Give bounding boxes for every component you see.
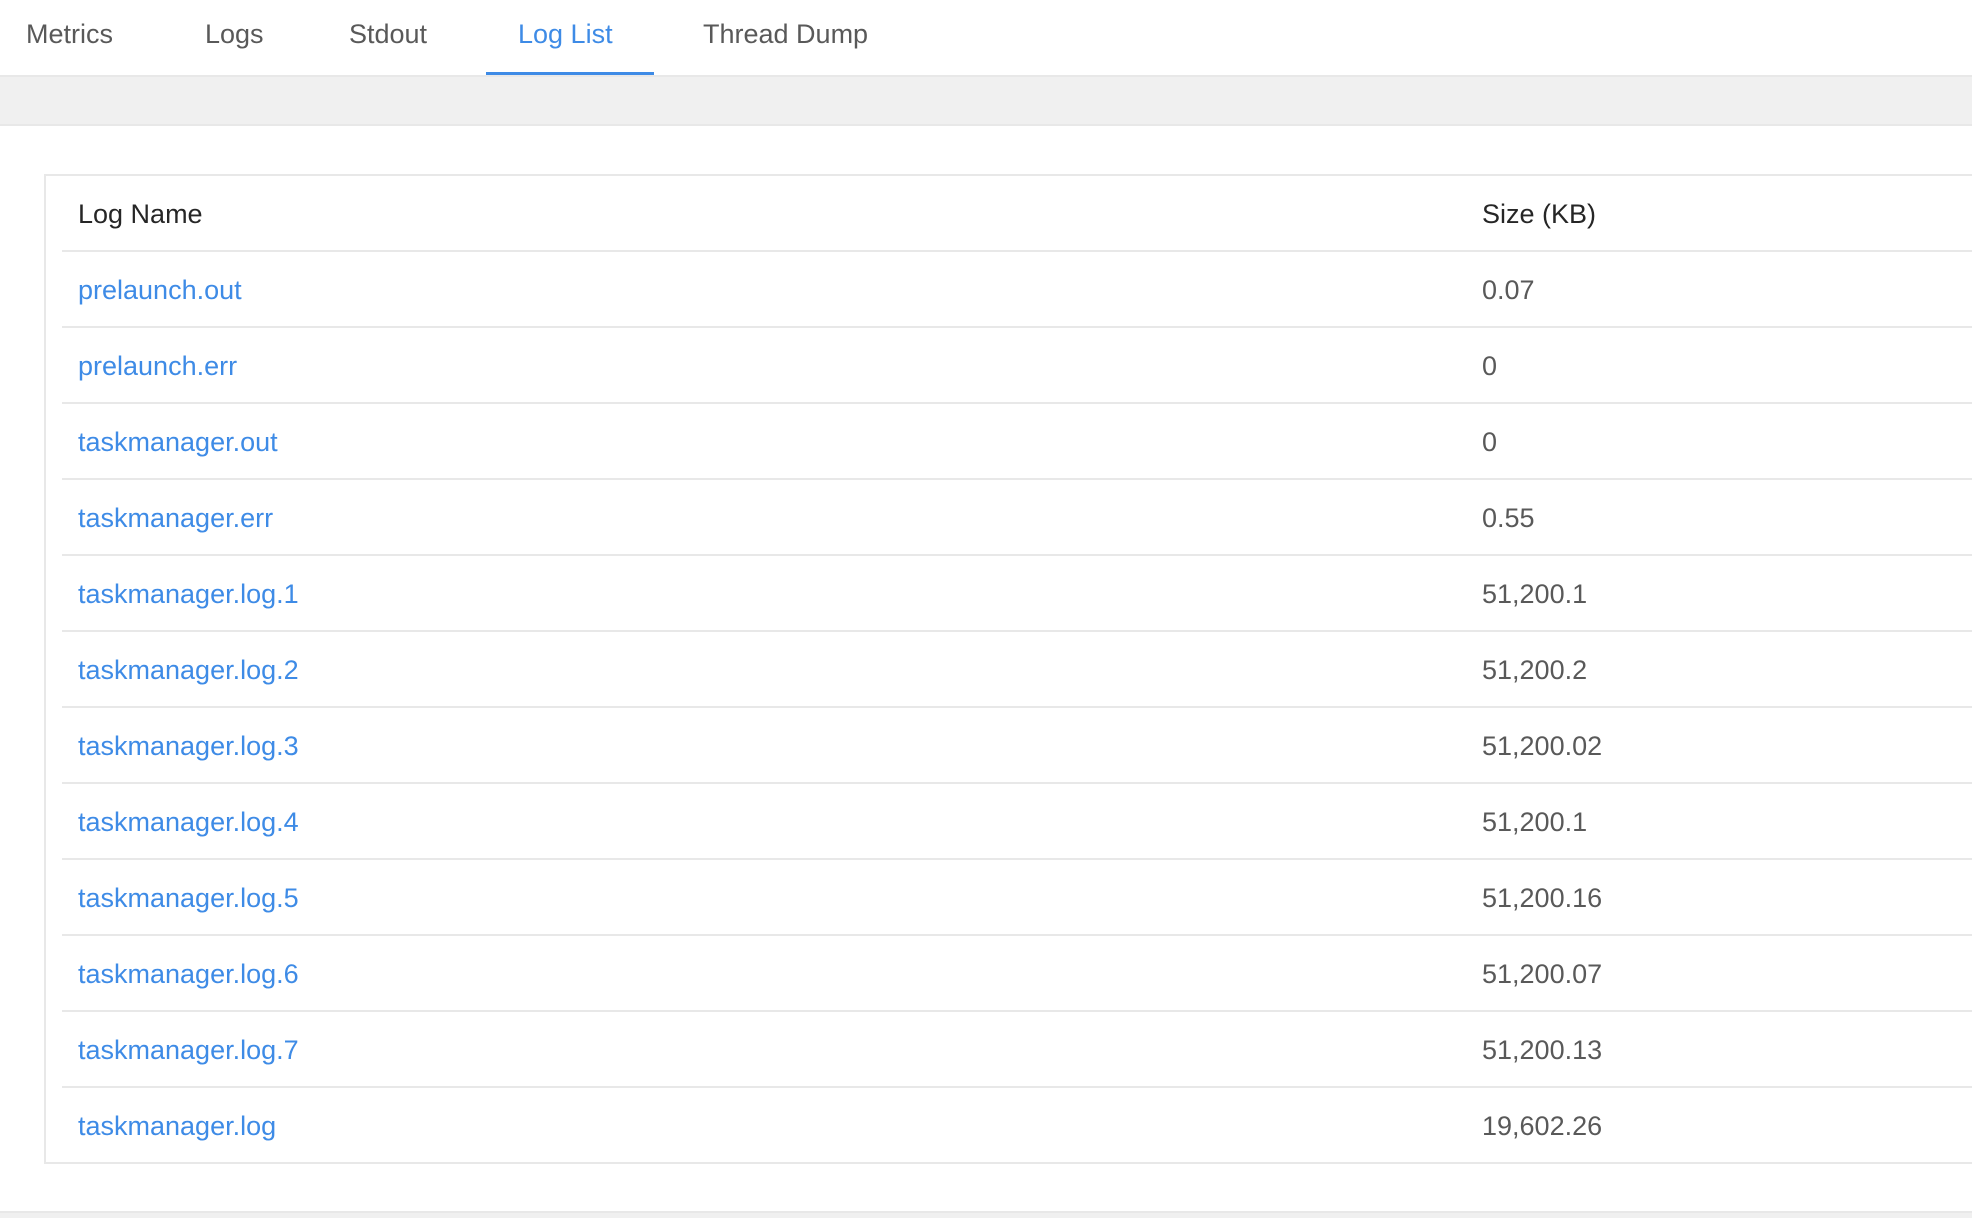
table-row: taskmanager.log.4 51,200.1 [62,784,1972,860]
table-row: prelaunch.out 0.07 [62,252,1972,328]
table-row: taskmanager.log 19,602.26 [62,1088,1972,1164]
log-size: 51,200.07 [1482,959,1603,989]
table-row: taskmanager.err 0.55 [62,480,1972,556]
tab-stdout[interactable]: Stdout [349,0,427,76]
bottom-band [0,1211,1972,1218]
log-name-link[interactable]: taskmanager.log.6 [78,936,299,1012]
toolbar-band [0,75,1972,126]
log-size: 0 [1482,427,1498,457]
table-row: taskmanager.log.1 51,200.1 [62,556,1972,632]
log-name-link[interactable]: taskmanager.log.2 [78,632,299,708]
log-size: 51,200.1 [1482,579,1588,609]
log-name-link[interactable]: taskmanager.log.3 [78,708,299,784]
column-header-size[interactable]: Size (KB) [1482,176,1596,252]
column-header-log-name[interactable]: Log Name [78,176,203,252]
log-size: 51,200.02 [1482,731,1603,761]
log-name-link[interactable]: taskmanager.err [78,480,273,556]
log-list-card: Log Name Size (KB) prelaunch.out 0.07 prel… [44,174,1972,1164]
log-name-link[interactable]: taskmanager.log [78,1088,276,1164]
table-row: taskmanager.log.2 51,200.2 [62,632,1972,708]
log-name-link[interactable]: taskmanager.log.1 [78,556,299,632]
log-size: 0.07 [1482,275,1535,305]
tab-bar: Metrics Logs Stdout Log List Thread Dump [0,0,1972,76]
table-row: taskmanager.out 0 [62,404,1972,480]
table-row: taskmanager.log.5 51,200.16 [62,860,1972,936]
log-size: 51,200.13 [1482,1035,1603,1065]
log-name-link[interactable]: taskmanager.out [78,404,278,480]
log-name-link[interactable]: taskmanager.log.4 [78,784,299,860]
table-header: Log Name Size (KB) [62,176,1972,252]
table-row: taskmanager.log.6 51,200.07 [62,936,1972,1012]
table-row: taskmanager.log.3 51,200.02 [62,708,1972,784]
log-size: 0 [1482,351,1498,381]
log-name-link[interactable]: taskmanager.log.5 [78,860,299,936]
log-size: 0.55 [1482,503,1535,533]
table-row: prelaunch.err 0 [62,328,1972,404]
tab-log-list[interactable]: Log List [518,0,613,76]
log-size: 51,200.16 [1482,883,1603,913]
log-list-table: Log Name Size (KB) prelaunch.out 0.07 prel… [62,176,1972,1164]
log-name-link[interactable]: prelaunch.err [78,328,237,404]
log-size: 19,602.26 [1482,1111,1603,1141]
log-name-link[interactable]: prelaunch.out [78,252,242,328]
tab-logs[interactable]: Logs [205,0,264,76]
table-row: taskmanager.log.7 51,200.13 [62,1012,1972,1088]
log-size: 51,200.2 [1482,655,1588,685]
tab-thread-dump[interactable]: Thread Dump [703,0,868,76]
log-size: 51,200.1 [1482,807,1588,837]
tab-metrics[interactable]: Metrics [26,0,113,76]
log-name-link[interactable]: taskmanager.log.7 [78,1012,299,1088]
